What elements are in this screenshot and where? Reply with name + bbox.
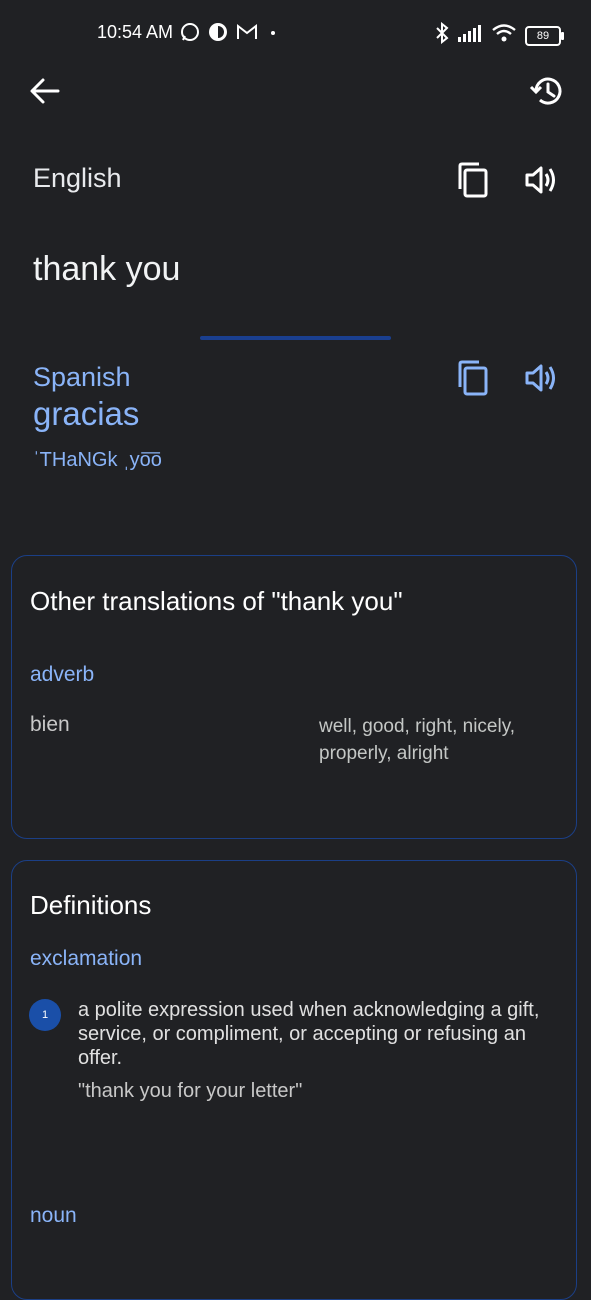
other-translations-card: Other translations of "thank you" adverb… (11, 555, 577, 839)
definition-number-badge: 1 (29, 999, 61, 1031)
part-of-speech-label: adverb (30, 663, 95, 686)
part-of-speech-label: noun (30, 1204, 77, 1227)
speaker-icon (525, 364, 555, 392)
definition-text: a polite expression used when acknowledg… (78, 999, 540, 1069)
arrow-back-icon (30, 78, 60, 104)
dot-icon (266, 22, 280, 47)
data-saver-icon (208, 22, 228, 47)
translation-meanings: well, good, right, nicely, properly, alr… (319, 716, 516, 764)
history-button[interactable] (529, 73, 565, 109)
definition-example: "thank you for your letter" (78, 1080, 303, 1102)
part-of-speech-label: exclamation (30, 947, 143, 970)
definitions-title: Definitions (30, 890, 152, 920)
translation-word[interactable]: bien (30, 713, 70, 737)
bluetooth-icon (435, 21, 449, 49)
status-icons-right: 89 (435, 21, 564, 49)
speaker-icon (525, 166, 555, 194)
battery-icon: 89 (525, 25, 564, 46)
back-button[interactable] (28, 74, 62, 108)
battery-level: 89 (536, 29, 550, 42)
target-language-label[interactable]: Spanish (33, 362, 131, 393)
target-speak-button[interactable] (524, 360, 558, 396)
history-icon (529, 77, 562, 105)
copy-icon (458, 360, 488, 396)
whatsapp-icon (180, 22, 200, 47)
target-copy-button[interactable] (456, 360, 490, 396)
wifi-icon (491, 23, 517, 48)
copy-icon (458, 162, 488, 198)
status-time: 10:54 AM (97, 22, 174, 42)
signal-icon (457, 23, 483, 48)
source-language-label[interactable]: English (33, 163, 122, 194)
source-speak-button[interactable] (524, 162, 558, 198)
source-copy-button[interactable] (456, 162, 490, 198)
other-translations-title: Other translations of "thank you" (30, 586, 403, 616)
target-phonetic: ˈTHaNGk ˌyo͞o (33, 449, 162, 471)
gmail-icon (236, 23, 258, 46)
target-text: gracias (33, 395, 140, 432)
status-icons-left (180, 22, 280, 47)
source-text[interactable]: thank you (33, 250, 180, 289)
definitions-card: Definitions exclamation 1 a polite expre… (11, 860, 577, 1300)
section-divider (200, 336, 391, 340)
